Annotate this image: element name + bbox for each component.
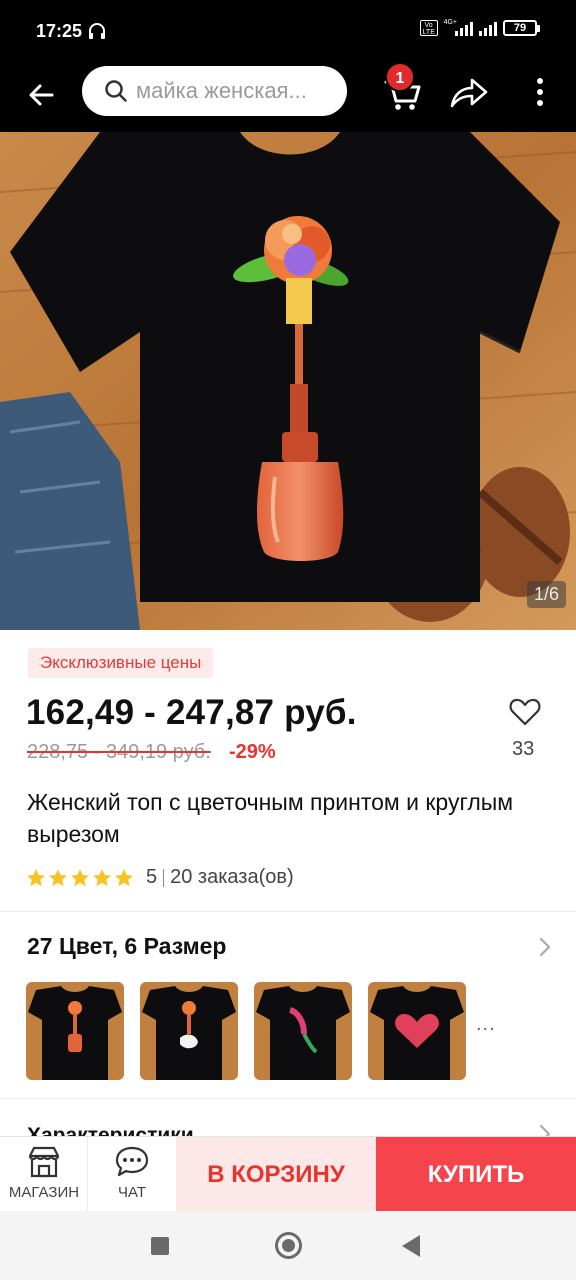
heart-icon[interactable]	[508, 695, 542, 729]
battery-icon: 79	[503, 20, 540, 36]
star-icon	[93, 868, 111, 886]
rating-row[interactable]: 5 20 заказа(ов)	[26, 866, 294, 889]
top-nav: майка женская... 1	[0, 62, 576, 132]
share-icon[interactable]	[448, 74, 490, 110]
divider	[0, 1098, 576, 1099]
chat-button[interactable]: ЧАТ	[88, 1137, 176, 1212]
variant-thumbnail[interactable]	[254, 982, 352, 1080]
product-photo	[0, 132, 576, 630]
home-icon[interactable]	[275, 1232, 302, 1259]
network-type: 4G+	[443, 18, 457, 26]
price: 162,49 - 247,87 руб.	[26, 693, 357, 732]
search-icon	[105, 80, 127, 102]
star-icon	[27, 868, 45, 886]
more-vertical-icon[interactable]	[527, 74, 553, 110]
system-nav-bar	[0, 1211, 576, 1280]
recent-apps-icon[interactable]	[151, 1237, 169, 1255]
orders-count: 20 заказа(ов)	[170, 866, 294, 888]
rating-stars	[26, 868, 134, 888]
status-bar: 17:25 Vo LTE 4G+ 79	[0, 0, 576, 62]
chat-icon	[115, 1146, 149, 1177]
status-time: 17:25	[36, 21, 83, 41]
divider	[0, 911, 576, 912]
rating-separator	[163, 868, 165, 887]
variant-thumbnail[interactable]	[140, 982, 238, 1080]
star-icon	[115, 868, 133, 886]
wishlist-count: 33	[512, 738, 535, 760]
signal-icon	[455, 20, 473, 36]
rating-value: 5	[146, 866, 158, 888]
system-back-icon[interactable]	[402, 1235, 420, 1257]
star-icon	[71, 868, 89, 886]
buy-now-button[interactable]: КУПИТЬ	[376, 1137, 576, 1212]
add-to-cart-button[interactable]: В КОРЗИНУ	[176, 1137, 376, 1212]
signal-icon-2	[479, 20, 497, 36]
product-image[interactable]: 1/6	[0, 132, 576, 630]
status-icons: Vo LTE 4G+ 79	[419, 18, 540, 36]
store-icon	[28, 1146, 60, 1178]
variant-thumbnail[interactable]	[26, 982, 124, 1080]
variant-thumbnails	[26, 982, 466, 1080]
headset-icon	[89, 23, 105, 39]
chat-label: ЧАТ	[118, 1184, 146, 1201]
search-input[interactable]: майка женская...	[82, 66, 347, 116]
search-placeholder: майка женская...	[136, 78, 307, 103]
variant-thumbnail[interactable]	[368, 982, 466, 1080]
store-label: МАГАЗИН	[8, 1184, 80, 1201]
product-title: Женский топ с цветочным принтом и круглы…	[27, 789, 514, 847]
variants-title[interactable]: 27 Цвет, 6 Размер	[27, 933, 226, 960]
discount-label: -29%	[229, 741, 276, 763]
product-page: 17:25 Vo LTE 4G+ 79 майка женская... 1 1…	[0, 0, 576, 1280]
star-icon	[49, 868, 67, 886]
chevron-right-icon[interactable]	[537, 937, 553, 957]
volte-indicator: Vo LTE	[419, 20, 438, 36]
more-variants[interactable]: ...	[476, 1013, 496, 1036]
old-price: 228,75 - 349,19 руб.	[27, 741, 211, 763]
cart-badge: 1	[385, 62, 415, 92]
exclusive-price-badge: Эксклюзивные цены	[28, 648, 214, 678]
image-counter: 1/6	[526, 581, 566, 608]
battery-level: 79	[503, 20, 537, 36]
action-bar: МАГАЗИН ЧАТ В КОРЗИНУ КУПИТЬ	[0, 1136, 576, 1212]
back-arrow-icon[interactable]	[22, 75, 62, 115]
store-button[interactable]: МАГАЗИН	[0, 1137, 88, 1212]
